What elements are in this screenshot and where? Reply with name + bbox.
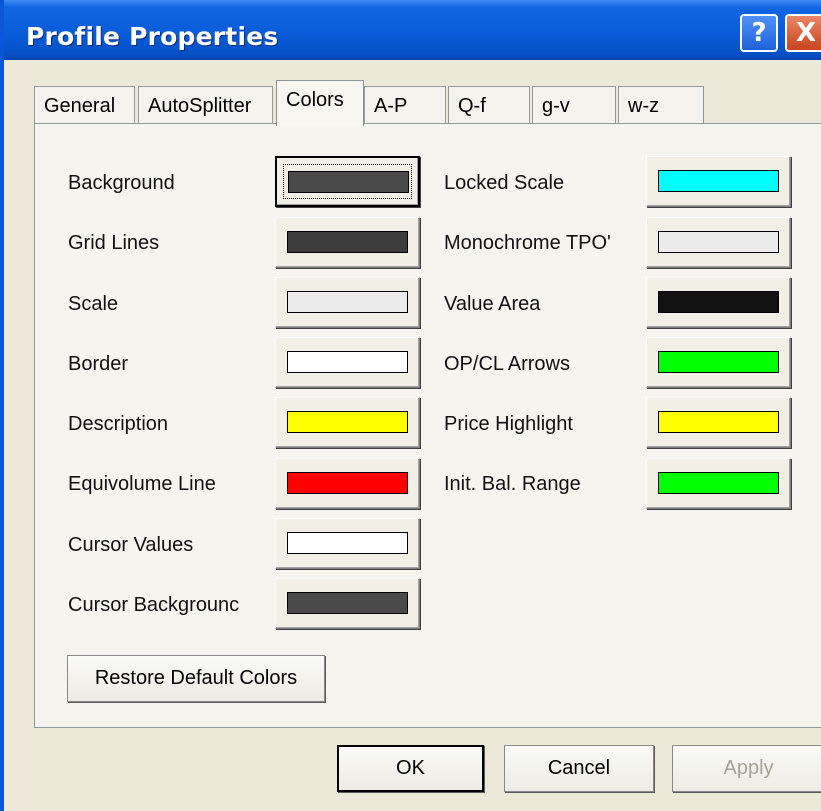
tab-label: General [44, 95, 116, 117]
label-cursor-values: Cursor Values [68, 534, 194, 556]
tab-g-v[interactable]: g-v [532, 86, 616, 124]
value-area-color-button[interactable] [646, 277, 791, 328]
color-swatch [287, 291, 408, 313]
help-button[interactable]: ? [740, 14, 778, 52]
tab-label: A-P [374, 95, 408, 117]
label-background: Background [68, 172, 175, 194]
color-swatch [658, 411, 779, 433]
tab-label: Colors [286, 89, 344, 111]
tab-label: w-z [628, 95, 660, 117]
color-swatch [287, 351, 408, 373]
price-highlight-color-button[interactable] [646, 397, 791, 448]
help-icon: ? [751, 18, 767, 48]
tab-w-z[interactable]: w-z [618, 86, 704, 124]
label-locked-scale: Locked Scale [444, 172, 565, 194]
color-swatch [658, 170, 779, 192]
color-swatch [287, 231, 408, 253]
scale-color-button[interactable] [275, 277, 420, 328]
color-swatch [287, 532, 408, 554]
label-border: Border [68, 353, 129, 375]
color-swatch [658, 351, 779, 373]
equivolume-line-color-button[interactable] [275, 458, 420, 509]
ok-label: OK [396, 757, 425, 779]
tab-q-f[interactable]: Q-f [448, 86, 530, 124]
init-bal-range-color-button[interactable] [646, 458, 791, 509]
tab-a-p[interactable]: A-P [364, 86, 446, 124]
cursor-background-color-button[interactable] [275, 578, 420, 629]
color-swatch [287, 592, 408, 614]
label-cursor-background: Cursor Backgrounc [68, 594, 240, 616]
label-scale: Scale [68, 293, 119, 315]
label-description: Description [68, 413, 169, 435]
grid-lines-color-button[interactable] [275, 217, 420, 268]
tab-general[interactable]: General [34, 86, 135, 124]
description-color-button[interactable] [275, 397, 420, 448]
color-swatch [658, 291, 779, 313]
window-title: Profile Properties [26, 22, 279, 51]
tab-label: g-v [542, 95, 570, 117]
background-color-button[interactable] [275, 156, 420, 207]
cancel-label: Cancel [547, 757, 611, 779]
tab-strip: General AutoSplitter Colors A-P Q-f g-v … [4, 80, 821, 126]
restore-default-colors-label: Restore Default Colors [94, 667, 298, 689]
cancel-button[interactable]: Cancel [504, 745, 654, 792]
tab-colors[interactable]: Colors [276, 80, 364, 126]
label-init-bal-range: Init. Bal. Range [444, 473, 581, 495]
locked-scale-color-button[interactable] [646, 156, 791, 207]
restore-default-colors-button[interactable]: Restore Default Colors [67, 655, 325, 702]
label-op-cl-arrows: OP/CL Arrows [444, 353, 570, 375]
tab-autosplitter[interactable]: AutoSplitter [138, 86, 273, 124]
tab-label: AutoSplitter [148, 95, 252, 117]
color-swatch [287, 411, 408, 433]
color-swatch [658, 472, 779, 494]
label-equivolume-line: Equivolume Line [68, 473, 216, 495]
close-button[interactable]: X [785, 14, 821, 52]
monochrome-tpo-color-button[interactable] [646, 217, 791, 268]
cursor-values-color-button[interactable] [275, 518, 420, 569]
color-swatch [288, 171, 409, 193]
color-swatch [287, 472, 408, 494]
apply-label: Apply [723, 757, 774, 779]
label-monochrome-tpo: Monochrome TPO' [444, 232, 611, 254]
label-grid-lines: Grid Lines [68, 232, 160, 254]
colors-panel: Background Grid Lines Scale Border Descr… [34, 123, 821, 728]
ok-button[interactable]: OK [337, 745, 484, 792]
label-value-area: Value Area [444, 293, 541, 315]
color-swatch [658, 231, 779, 253]
apply-button[interactable]: Apply [672, 745, 821, 792]
tab-label: Q-f [458, 95, 486, 117]
label-price-highlight: Price Highlight [444, 413, 573, 435]
title-bar: Profile Properties ? X [4, 0, 821, 60]
close-icon: X [795, 18, 817, 48]
border-color-button[interactable] [275, 337, 420, 388]
profile-properties-dialog: Profile Properties ? X General AutoSplit… [0, 0, 821, 811]
op-cl-arrows-color-button[interactable] [646, 337, 791, 388]
